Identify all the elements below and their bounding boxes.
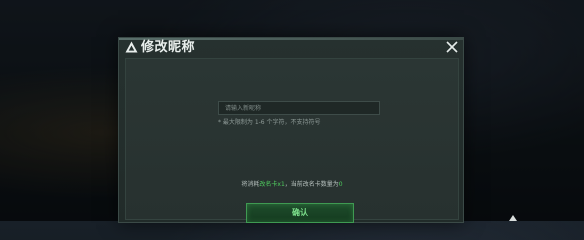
close-icon[interactable] (445, 40, 459, 54)
confirm-button[interactable]: 确认 (246, 203, 354, 223)
nickname-hint: * 最大限制为 1-6 个字符，不支持符号 (218, 119, 321, 126)
warning-triangle-icon (125, 41, 138, 53)
rename-card-item: 改名卡x1 (259, 181, 285, 188)
cost-prefix: 将消耗 (241, 181, 260, 188)
dialog-header: 修改昵称 (119, 38, 463, 58)
corner-arrow-icon (509, 215, 517, 221)
rename-card-count: 0 (338, 181, 343, 188)
rename-dialog: 修改昵称 * 最大限制为 1-6 个字符，不支持符号 将消耗改名卡x1，当前改名… (118, 37, 464, 223)
nickname-input[interactable] (218, 101, 380, 115)
dialog-title: 修改昵称 (141, 40, 196, 55)
cost-text: 将消耗改名卡x1，当前改名卡数量为0 (126, 181, 458, 189)
cost-middle: ，当前改名卡数量为 (284, 181, 339, 188)
dialog-content: * 最大限制为 1-6 个字符，不支持符号 将消耗改名卡x1，当前改名卡数量为0… (125, 58, 459, 223)
